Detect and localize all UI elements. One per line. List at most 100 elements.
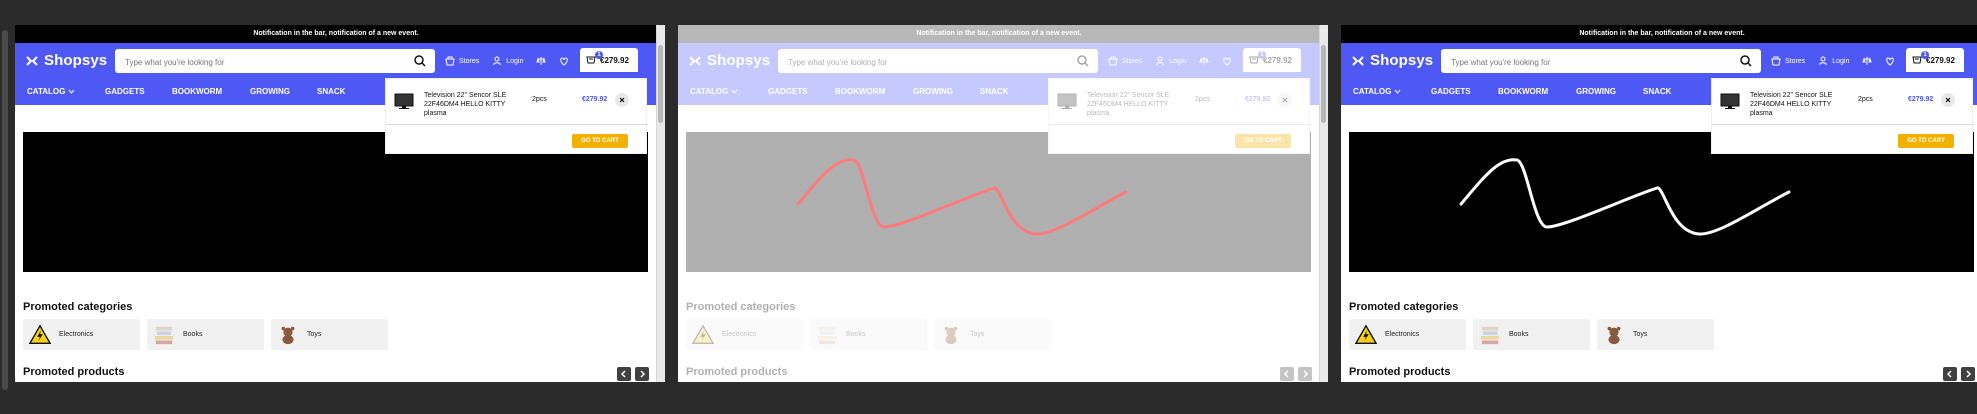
wishlist-link[interactable] <box>1222 56 1232 66</box>
header-links: Stores Login <box>445 49 569 73</box>
stores-link[interactable]: Stores <box>1108 56 1142 66</box>
nav-bookworm[interactable]: BOOKWORM <box>1498 87 1548 96</box>
category-electronics[interactable]: Electronics <box>686 319 803 350</box>
nav-snack[interactable]: SNACK <box>317 87 345 96</box>
category-label: Electronics <box>59 331 94 338</box>
search-box[interactable] <box>1441 49 1761 73</box>
brand-logo[interactable]: Shopsys <box>1350 52 1433 69</box>
panel-2-content: Notification in the bar, notification of… <box>678 25 1320 382</box>
prev-arrow[interactable] <box>1943 367 1957 381</box>
carousel-arrows <box>1280 367 1312 381</box>
nav-catalog-label: CATALOG <box>1353 87 1392 96</box>
search-input[interactable] <box>786 53 1070 71</box>
cart-product-qty: 2pcs <box>1195 96 1210 103</box>
category-electronics[interactable]: Electronics <box>1349 319 1466 350</box>
category-toys[interactable]: Toys <box>271 319 388 350</box>
prev-arrow[interactable] <box>1280 367 1294 381</box>
category-books[interactable]: Books <box>147 319 264 350</box>
nav-growing[interactable]: GROWING <box>250 87 290 96</box>
stores-link[interactable]: Stores <box>1771 56 1805 66</box>
search-icon[interactable] <box>1739 54 1753 68</box>
cart-button[interactable]: 1 €279.92 <box>1243 48 1301 72</box>
remove-item-button[interactable] <box>615 93 629 107</box>
chevron-down-icon <box>1394 89 1400 94</box>
nav-growing[interactable]: GROWING <box>913 87 953 96</box>
close-icon <box>619 97 625 103</box>
panel-scroll-thumb[interactable] <box>1321 45 1326 123</box>
search-box[interactable] <box>778 49 1098 73</box>
nav-bookworm[interactable]: BOOKWORM <box>835 87 885 96</box>
nav-gadgets[interactable]: GADGETS <box>1431 87 1471 96</box>
category-toys[interactable]: Toys <box>934 319 1051 350</box>
next-arrow[interactable] <box>1961 367 1975 381</box>
cart-total: €279.92 <box>1926 55 1955 65</box>
wishlist-link[interactable] <box>1885 56 1895 66</box>
nav-growing[interactable]: GROWING <box>1576 87 1616 96</box>
category-label: Books <box>183 331 203 338</box>
cart-line: Television 22" Sencor SLE 22F46DM4 HELLO… <box>1712 79 1974 125</box>
nav-catalog[interactable]: CATALOG <box>690 87 738 96</box>
carousel-arrows <box>1943 367 1975 381</box>
notification-bar: Notification in the bar, notification of… <box>1341 25 1977 43</box>
stores-link[interactable]: Stores <box>445 56 479 66</box>
login-link[interactable]: Login <box>1818 56 1849 66</box>
tv-icon <box>1720 93 1740 109</box>
teddy-bear-icon <box>944 326 958 344</box>
login-link[interactable]: Login <box>492 56 523 66</box>
nav-bookworm[interactable]: BOOKWORM <box>172 87 222 96</box>
search-input[interactable] <box>123 53 407 71</box>
category-electronics[interactable]: Electronics <box>23 319 140 350</box>
nav-catalog[interactable]: CATALOG <box>1353 87 1401 96</box>
cart-button[interactable]: 1 €279.92 <box>580 48 638 72</box>
panel-scrollbar[interactable] <box>1319 25 1328 382</box>
heart-icon <box>560 57 569 66</box>
nav-snack[interactable]: SNACK <box>1643 87 1671 96</box>
search-input[interactable] <box>1449 53 1733 71</box>
category-toys[interactable]: Toys <box>1597 319 1714 350</box>
cart-product-name: Television 22" Sencor SLE 22F46DM4 HELLO… <box>1750 92 1833 117</box>
nav-gadgets[interactable]: GADGETS <box>768 87 808 96</box>
remove-item-button[interactable] <box>1278 93 1292 107</box>
header: Shopsys Stores <box>678 43 1320 78</box>
category-books[interactable]: Books <box>1473 319 1590 350</box>
wishlist-link[interactable] <box>559 56 569 66</box>
remove-item-button[interactable] <box>1941 93 1955 107</box>
promoted-products-title: Promoted products <box>686 366 788 378</box>
compare-link[interactable] <box>1199 56 1210 66</box>
login-link[interactable]: Login <box>1155 56 1186 66</box>
panel-scrollbar[interactable] <box>656 25 665 382</box>
nav-gadgets[interactable]: GADGETS <box>105 87 145 96</box>
store-icon <box>1108 56 1118 66</box>
next-arrow[interactable] <box>635 367 649 381</box>
cart-button[interactable]: 1 €279.92 <box>1906 48 1964 72</box>
go-to-cart-button[interactable]: GO TO CART <box>1898 134 1954 148</box>
prev-arrow[interactable] <box>617 367 631 381</box>
categories-list: Electronics Books Toys <box>23 319 388 350</box>
brand-logo[interactable]: Shopsys <box>24 52 107 69</box>
cart-count-badge: 1 <box>1921 51 1929 59</box>
books-icon <box>817 326 837 344</box>
nav-snack[interactable]: SNACK <box>980 87 1008 96</box>
compare-link[interactable] <box>1862 56 1873 66</box>
tv-icon <box>394 93 414 109</box>
brand-logo[interactable]: Shopsys <box>687 52 770 69</box>
search-icon[interactable] <box>1076 54 1090 68</box>
heart-icon <box>1886 57 1895 66</box>
next-arrow[interactable] <box>1298 367 1312 381</box>
compare-link[interactable] <box>536 56 547 66</box>
notification-bar: Notification in the bar, notification of… <box>678 25 1320 43</box>
promoted-products-title: Promoted products <box>1349 366 1451 378</box>
panel-scroll-thumb[interactable] <box>658 45 663 123</box>
logo-icon <box>26 55 38 66</box>
search-box[interactable] <box>115 49 435 73</box>
notification-bar: Notification in the bar, notification of… <box>15 25 657 43</box>
stores-label: Stores <box>1785 57 1806 65</box>
promoted-products-title: Promoted products <box>23 366 125 378</box>
go-to-cart-button[interactable]: GO TO CART <box>572 134 628 148</box>
close-icon <box>1945 97 1951 103</box>
go-to-cart-button[interactable]: GO TO CART <box>1235 134 1291 148</box>
nav-catalog[interactable]: CATALOG <box>27 87 75 96</box>
category-books[interactable]: Books <box>810 319 927 350</box>
scale-icon <box>1199 57 1210 65</box>
search-icon[interactable] <box>413 54 427 68</box>
